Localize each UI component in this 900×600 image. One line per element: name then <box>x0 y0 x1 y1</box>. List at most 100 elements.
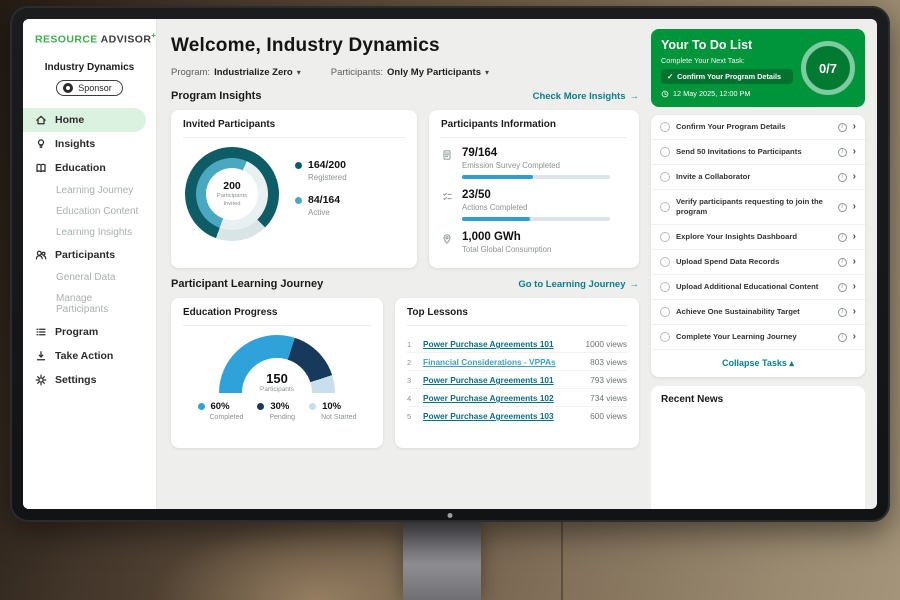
task-checkbox[interactable] <box>660 202 670 212</box>
brand-secondary: ADVISOR <box>101 34 152 46</box>
task-checkbox[interactable] <box>660 122 670 132</box>
participants-filter[interactable]: Participants: Only My Participants ▾ <box>331 67 489 78</box>
lesson-link[interactable]: Power Purchase Agreements 101 <box>423 375 584 385</box>
top-lessons-card: Top Lessons 1 Power Purchase Agreements … <box>395 298 639 448</box>
education-legend: 60% Completed 30% Pending 10% Not Starte… <box>183 401 371 421</box>
progress-fill <box>462 175 533 179</box>
sidebar-item-settings[interactable]: Settings <box>23 368 156 392</box>
sidebar-item-education[interactable]: Education <box>23 156 156 180</box>
sidebar-item-manage-participants[interactable]: Manage Participants <box>23 288 156 320</box>
info-icon[interactable]: i <box>838 283 847 292</box>
program-filter[interactable]: Program: Industrialize Zero ▾ <box>171 67 301 78</box>
go-to-learning-journey-link[interactable]: Go to Learning Journey → <box>518 279 639 290</box>
download-icon <box>35 350 47 362</box>
task-checkbox[interactable] <box>660 147 670 157</box>
task-checkbox[interactable] <box>660 257 670 267</box>
task-row[interactable]: Invite a Collaborator i › <box>651 165 865 190</box>
sponsor-label: Sponsor <box>78 83 112 93</box>
task-row[interactable]: Verify participants requesting to join t… <box>651 190 865 225</box>
task-checkbox[interactable] <box>660 332 670 342</box>
lesson-views: 734 views <box>590 393 627 403</box>
legend-registered: 164/200 Registered <box>295 159 347 182</box>
task-label: Confirm Your Program Details <box>676 122 832 132</box>
sidebar-item-general-data[interactable]: General Data <box>23 267 156 288</box>
info-icon[interactable]: i <box>838 148 847 157</box>
arrow-right-icon: → <box>630 91 640 102</box>
sidebar-item-learning-journey[interactable]: Learning Journey <box>23 180 156 201</box>
info-icon[interactable]: i <box>838 123 847 132</box>
gauge-center: 150 Participants <box>219 371 335 393</box>
info-icon[interactable]: i <box>838 333 847 342</box>
lesson-views: 600 views <box>590 411 627 421</box>
donut-center-value: 200 <box>223 180 241 192</box>
lesson-link[interactable]: Power Purchase Agreements 102 <box>423 393 584 403</box>
sidebar-item-label: Insights <box>55 138 95 150</box>
sidebar-item-participants[interactable]: Participants <box>23 243 156 267</box>
task-row[interactable]: Send 50 Invitations to Participants i › <box>651 140 865 165</box>
chevron-right-icon[interactable]: › <box>853 257 856 267</box>
chevron-right-icon[interactable]: › <box>853 332 856 342</box>
journey-cards-row: Education Progress 150 Participants 60 <box>171 298 639 448</box>
education-gauge-wrap: 150 Participants <box>219 335 335 393</box>
lesson-rank: 5 <box>407 412 417 421</box>
chevron-right-icon[interactable]: › <box>853 232 856 242</box>
task-label: Verify participants requesting to join t… <box>676 197 832 217</box>
task-label: Achieve One Sustainability Target <box>676 307 832 317</box>
book-icon <box>35 162 47 174</box>
stat-label: Actions Completed <box>462 203 610 212</box>
legend-label: Active <box>308 208 347 217</box>
chevron-right-icon[interactable]: › <box>853 172 856 182</box>
lesson-link[interactable]: Power Purchase Agreements 101 <box>423 339 579 349</box>
sidebar-item-learning-insights[interactable]: Learning Insights <box>23 222 156 243</box>
chevron-right-icon[interactable]: › <box>853 282 856 292</box>
task-checkbox[interactable] <box>660 232 670 242</box>
education-progress-card: Education Progress 150 Participants 60 <box>171 298 383 448</box>
card-title: Education Progress <box>183 307 371 326</box>
legend-dot <box>295 162 302 169</box>
task-row[interactable]: Upload Additional Educational Content i … <box>651 275 865 300</box>
info-icon[interactable]: i <box>838 258 847 267</box>
legend-not-started: 10% Not Started <box>309 401 356 421</box>
stat-global-consumption: 1,000 GWh Total Global Consumption <box>441 231 627 259</box>
chevron-right-icon[interactable]: › <box>853 307 856 317</box>
task-checkbox[interactable] <box>660 172 670 182</box>
task-row[interactable]: Explore Your Insights Dashboard i › <box>651 225 865 250</box>
stat-value: 79/164 <box>462 147 610 159</box>
task-row[interactable]: Confirm Your Program Details i › <box>651 115 865 140</box>
check-more-insights-link[interactable]: Check More Insights → <box>533 91 639 102</box>
task-checkbox[interactable] <box>660 282 670 292</box>
chevron-down-icon: ▾ <box>485 68 489 77</box>
lesson-link[interactable]: Power Purchase Agreements 103 <box>423 411 584 421</box>
info-icon[interactable]: i <box>838 203 847 212</box>
participants-information-card: Participants Information 79/164 Emission… <box>429 110 639 268</box>
info-icon[interactable]: i <box>838 233 847 242</box>
task-checkbox[interactable] <box>660 307 670 317</box>
lesson-link[interactable]: Financial Considerations - VPPAs <box>423 357 584 367</box>
brand-primary: RESOURCE <box>35 34 98 46</box>
info-icon[interactable]: i <box>838 308 847 317</box>
sidebar-item-program[interactable]: Program <box>23 320 156 344</box>
task-row[interactable]: Complete Your Learning Journey i › <box>651 325 865 350</box>
program-filter-value: Industrialize Zero <box>214 67 293 78</box>
sidebar-item-label: Home <box>55 114 84 126</box>
wall-edge <box>561 520 563 600</box>
chevron-right-icon[interactable]: › <box>853 147 856 157</box>
todo-next-task[interactable]: ✓ Confirm Your Program Details <box>661 69 793 84</box>
sidebar-item-education-content[interactable]: Education Content <box>23 201 156 222</box>
sidebar-item-take-action[interactable]: Take Action <box>23 344 156 368</box>
stat-label: Total Global Consumption <box>462 245 551 254</box>
legend-label: Pending <box>269 414 295 421</box>
stat-value: 23/50 <box>462 189 610 201</box>
chevron-right-icon[interactable]: › <box>853 122 856 132</box>
sidebar-item-insights[interactable]: Insights <box>23 132 156 156</box>
task-row[interactable]: Upload Spend Data Records i › <box>651 250 865 275</box>
task-row[interactable]: Achieve One Sustainability Target i › <box>651 300 865 325</box>
sidebar-item-home[interactable]: Home <box>23 108 146 132</box>
legend-value: 164/200 <box>308 159 346 171</box>
info-icon[interactable]: i <box>838 173 847 182</box>
lesson-row: 4 Power Purchase Agreements 102 734 view… <box>407 389 627 407</box>
collapse-tasks-link[interactable]: Collapse Tasks ▴ <box>651 350 865 377</box>
lesson-row: 2 Financial Considerations - VPPAs 803 v… <box>407 353 627 371</box>
chevron-right-icon[interactable]: › <box>853 202 856 212</box>
recent-news-card: Recent News <box>651 386 865 509</box>
